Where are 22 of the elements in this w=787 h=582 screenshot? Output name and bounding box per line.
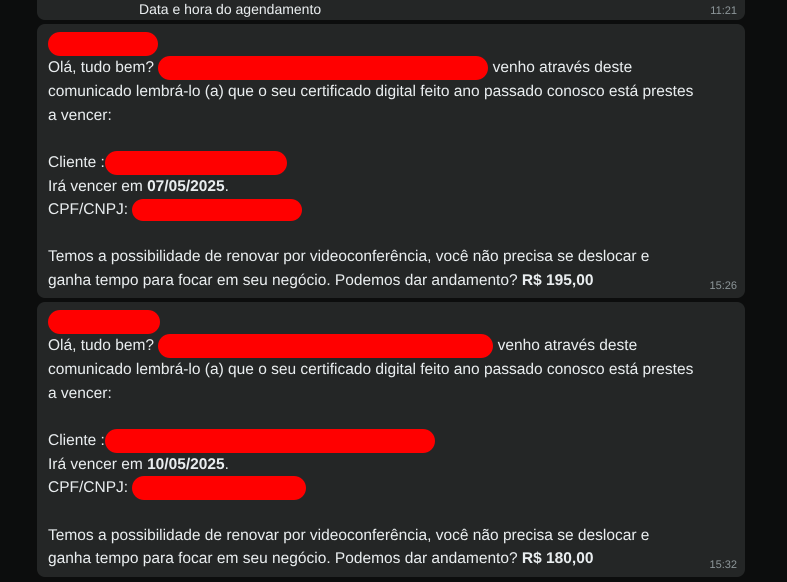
message-text: comunicado lembrá-lo (a) que o seu certificado digital feito ano passado conosco está prestes a vencer:: [48, 361, 694, 402]
message-text: ganha tempo para focar em seu negócio. Podemos dar andamento?: [48, 550, 518, 567]
due-date-text: Irá vencer em 10/05/2025.: [48, 456, 229, 472]
message-time: 11:21: [710, 5, 737, 17]
field-label: CPF/CNPJ:: [48, 479, 128, 496]
message-text: venho através deste: [492, 59, 632, 76]
message-text: ganha tempo para focar em seu negócio. Podemos dar andamento?: [48, 272, 518, 288]
message-text: Data e hora do agendamento: [139, 1, 322, 17]
greeting-text: Olá, tudo bem?: [48, 337, 154, 354]
message-time: 15:32: [709, 558, 737, 570]
field-label: CPF/CNPJ:: [48, 201, 128, 218]
message-text: venho através deste: [498, 337, 638, 354]
message-text: Temos a possibilidade de renovar por videoconferência, você não precisa se deslocar e: [48, 526, 650, 544]
due-date-text: Irá vencer em 07/05/2025.: [48, 178, 229, 194]
price-text: R$ 195,00: [522, 272, 594, 288]
message-text: Temos a possibilidade de renovar por videoconferência, você não precisa se deslocar e: [48, 248, 650, 265]
field-label: Cliente :: [48, 154, 105, 171]
message-time: 15:26: [709, 280, 737, 292]
price-text: R$ 180,00: [522, 550, 594, 567]
message-text: comunicado lembrá-lo (a) que o seu certificado digital feito ano passado conosco está prestes a vencer:: [48, 83, 694, 124]
greeting-text: Olá, tudo bem?: [48, 59, 154, 76]
field-label: Cliente :: [48, 432, 105, 449]
